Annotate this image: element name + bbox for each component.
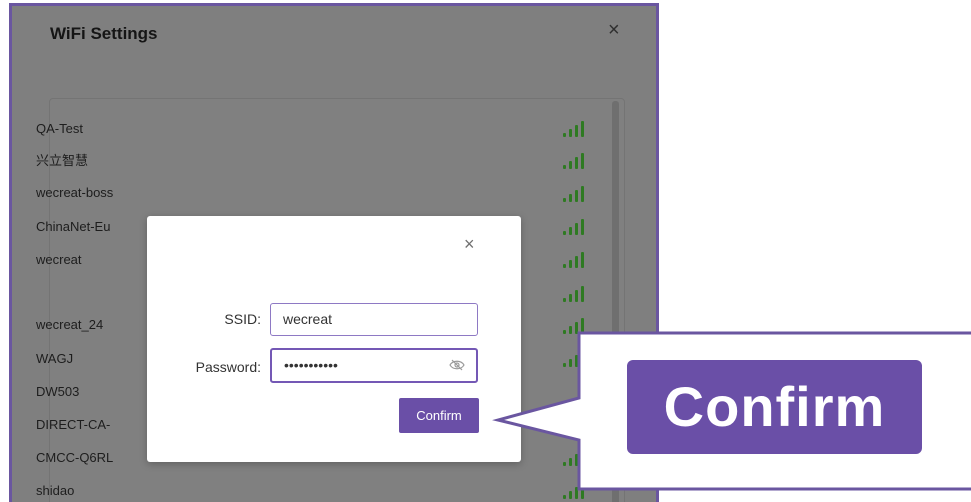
wifi-network-item[interactable]: ChinaNet-Eu xyxy=(36,216,110,238)
password-value: ••••••••••• xyxy=(284,357,338,373)
wifi-network-name: ChinaNet-Eu xyxy=(36,219,111,234)
wifi-signal-icon xyxy=(563,449,587,466)
wifi-network-name: DW503 xyxy=(36,384,80,399)
wifi-settings-title: WiFi Settings xyxy=(50,24,158,43)
wifi-signal-icon xyxy=(563,120,587,137)
wifi-network-item[interactable]: wecreat xyxy=(36,249,82,271)
confirm-button[interactable]: Confirm xyxy=(399,398,479,433)
wifi-network-item[interactable]: wecreat-boss xyxy=(36,182,113,204)
close-icon[interactable]: × xyxy=(608,20,620,40)
wifi-connect-dialog: × SSID: wecreat Password: ••••••••••• Co… xyxy=(147,216,521,462)
wifi-network-item[interactable]: shidao xyxy=(36,480,74,502)
wifi-network-item[interactable]: CMCC-Q6RL xyxy=(36,447,113,469)
wifi-network-name: DIRECT-CA- xyxy=(36,417,111,432)
wifi-signal-icon xyxy=(563,218,587,235)
wifi-network-name: wecreat_24 xyxy=(36,317,104,332)
password-label: Password: xyxy=(195,359,261,375)
wifi-signal-icon xyxy=(563,285,587,302)
wifi-network-name: CMCC-Q6RL xyxy=(36,450,114,465)
wifi-network-item[interactable]: QA-Test xyxy=(36,118,83,140)
wifi-network-item[interactable]: WAGJ xyxy=(36,348,73,370)
eye-slash-icon[interactable] xyxy=(449,359,465,371)
wifi-signal-icon xyxy=(563,185,587,202)
wifi-network-item[interactable]: wecreat_24 xyxy=(36,314,103,336)
wifi-signal-icon xyxy=(563,152,587,169)
password-input[interactable]: ••••••••••• xyxy=(270,348,478,383)
wifi-list-scrollbar[interactable] xyxy=(612,101,619,502)
ssid-label: SSID: xyxy=(224,311,261,327)
wifi-network-name: QA-Test xyxy=(36,121,83,136)
wifi-network-item[interactable]: 兴立智慧 xyxy=(36,150,88,172)
ssid-input[interactable]: wecreat xyxy=(270,303,478,336)
close-icon[interactable]: × xyxy=(464,234,475,255)
ssid-value: wecreat xyxy=(283,311,333,327)
wifi-network-name: 兴立智慧 xyxy=(36,153,89,168)
wifi-network-name: shidao xyxy=(36,483,75,498)
wifi-signal-icon xyxy=(563,350,587,367)
wifi-signal-icon xyxy=(563,482,587,499)
wifi-network-item[interactable]: DIRECT-CA- xyxy=(36,414,110,436)
wifi-network-name: wecreat-boss xyxy=(36,185,114,200)
wifi-network-name: WAGJ xyxy=(36,351,74,366)
wifi-network-name: wecreat xyxy=(36,252,82,267)
wifi-network-item[interactable]: DW503 xyxy=(36,381,79,403)
wifi-signal-icon xyxy=(563,317,587,334)
wifi-signal-icon xyxy=(563,251,587,268)
callout-confirm-label: Confirm xyxy=(627,360,922,454)
